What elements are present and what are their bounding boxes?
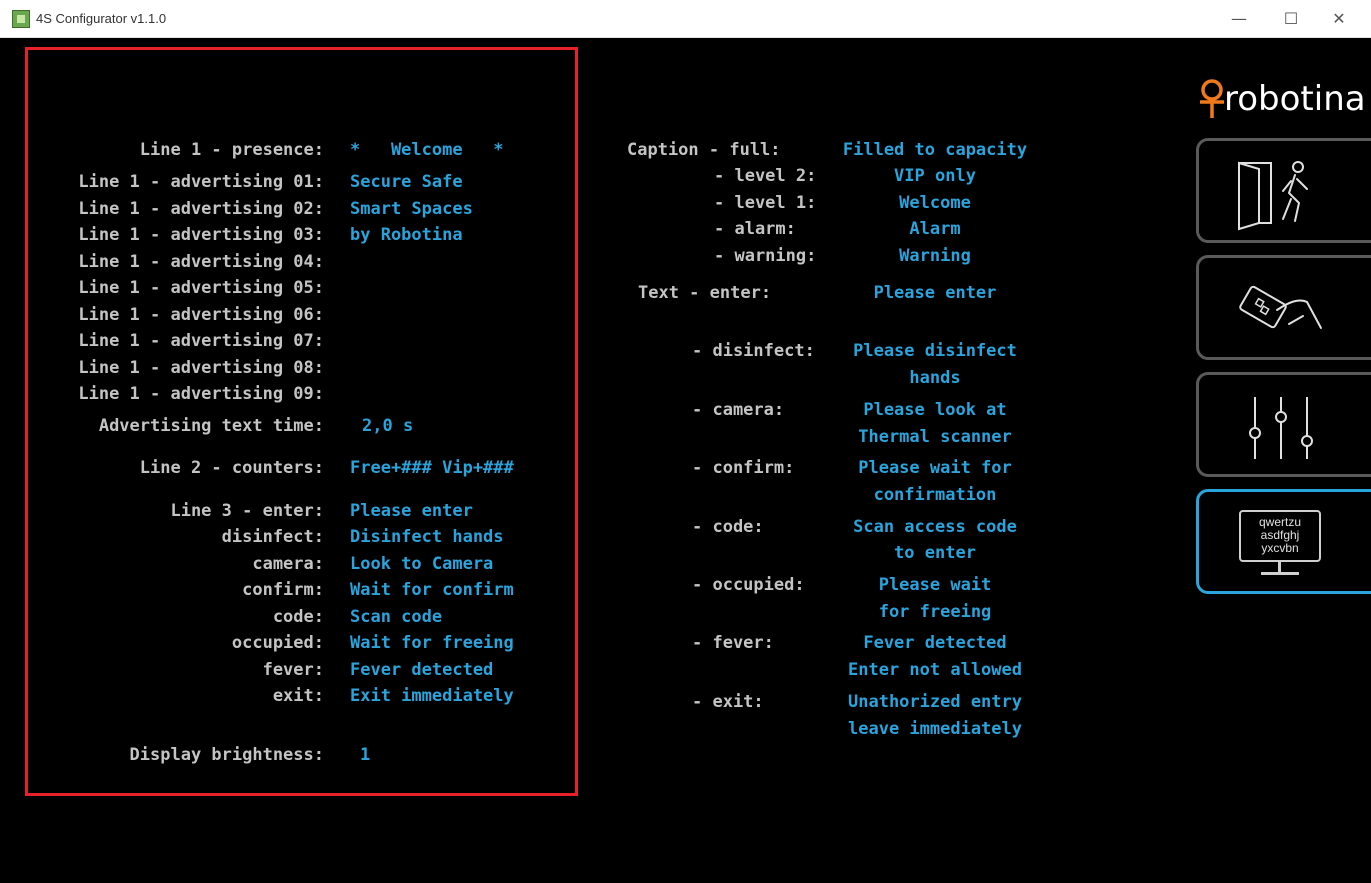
advertising-02-label: Line 1 - advertising 02: bbox=[78, 199, 324, 219]
robotina-logo-text: robotina bbox=[1224, 79, 1366, 119]
caption-alarm-value[interactable]: Alarm bbox=[835, 219, 1035, 239]
monitor-stand bbox=[1278, 562, 1281, 572]
text-camera-label: - camera: bbox=[692, 400, 785, 420]
line2-counters-label: Line 2 - counters: bbox=[139, 458, 324, 478]
advertising-07-label: Line 1 - advertising 07: bbox=[78, 331, 324, 351]
line3-camera-label: camera: bbox=[252, 554, 324, 574]
title-bar: 4S Configurator v1.1.0 — ☐ ✕ bbox=[0, 0, 1371, 38]
text-code-line1[interactable]: Scan access code bbox=[835, 517, 1035, 537]
caption-level1-label: - level 1: bbox=[714, 193, 817, 213]
sidebar-door-button[interactable] bbox=[1196, 138, 1371, 243]
text-code-line2[interactable]: to enter bbox=[835, 543, 1035, 563]
text-exit-line2[interactable]: leave immediately bbox=[835, 719, 1035, 739]
text-exit-label: - exit: bbox=[692, 692, 764, 712]
advertising-08-label: Line 1 - advertising 08: bbox=[78, 358, 324, 378]
text-fever-line1[interactable]: Fever detected bbox=[835, 633, 1035, 653]
caption-level1-value[interactable]: Welcome bbox=[835, 193, 1035, 213]
app-icon bbox=[12, 10, 30, 28]
text-confirm-label: - confirm: bbox=[692, 458, 795, 478]
sidebar-settings-button[interactable] bbox=[1196, 372, 1371, 477]
caption-level2-label: - level 2: bbox=[714, 166, 817, 186]
text-camera-line1[interactable]: Please look at bbox=[835, 400, 1035, 420]
line3-exit-value[interactable]: Exit immediately bbox=[350, 686, 514, 706]
text-camera-line2[interactable]: Thermal scanner bbox=[835, 427, 1035, 447]
advertising-03-value[interactable]: by Robotina bbox=[350, 225, 463, 245]
line3-disinfect-value[interactable]: Disinfect hands bbox=[350, 527, 504, 547]
text-enter-label: Text - enter: bbox=[638, 283, 772, 303]
text-occupied-label: - occupied: bbox=[692, 575, 805, 595]
line3-confirm-value[interactable]: Wait for confirm bbox=[350, 580, 514, 600]
window-title: 4S Configurator v1.1.0 bbox=[36, 11, 167, 26]
caption-warning-value[interactable]: Warning bbox=[835, 246, 1035, 266]
close-button[interactable]: ✕ bbox=[1316, 4, 1362, 34]
text-disinfect-line1[interactable]: Please disinfect bbox=[835, 341, 1035, 361]
advertising-01-value[interactable]: Secure Safe bbox=[350, 172, 463, 192]
line3-camera-value[interactable]: Look to Camera bbox=[350, 554, 493, 574]
line3-enter-label: Line 3 - enter: bbox=[170, 501, 324, 521]
advertising-02-value[interactable]: Smart Spaces bbox=[350, 199, 473, 219]
line3-enter-value[interactable]: Please enter bbox=[350, 501, 473, 521]
line1-presence-value[interactable]: * Welcome * bbox=[350, 140, 504, 160]
line3-confirm-label: confirm: bbox=[242, 580, 324, 600]
text-confirm-line1[interactable]: Please wait for bbox=[835, 458, 1035, 478]
line2-counters-value[interactable]: Free+### Vip+### bbox=[350, 458, 514, 478]
line1-presence-label: Line 1 - presence: bbox=[139, 140, 324, 160]
line3-fever-value[interactable]: Fever detected bbox=[350, 660, 493, 680]
display-brightness-label: Display brightness: bbox=[129, 745, 324, 765]
advertising-03-label: Line 1 - advertising 03: bbox=[78, 225, 324, 245]
keyboard-line-3: yxcvbn bbox=[1261, 541, 1299, 555]
caption-warning-label: - warning: bbox=[714, 246, 817, 266]
advertising-09-label: Line 1 - advertising 09: bbox=[78, 384, 324, 404]
text-confirm-line2[interactable]: confirmation bbox=[835, 485, 1035, 505]
keyboard-display-icon: qwertzu asdfghj yxcvbn bbox=[1239, 510, 1321, 562]
maximize-button[interactable]: ☐ bbox=[1268, 4, 1314, 34]
line3-occupied-label: occupied: bbox=[231, 633, 324, 653]
line3-code-label: code: bbox=[272, 607, 324, 627]
text-enter-value[interactable]: Please enter bbox=[835, 283, 1035, 303]
card-scan-icon bbox=[1239, 285, 1322, 329]
line3-code-value[interactable]: Scan code bbox=[350, 607, 442, 627]
minimize-button[interactable]: — bbox=[1216, 4, 1262, 34]
advertising-01-label: Line 1 - advertising 01: bbox=[78, 172, 324, 192]
display-brightness-value[interactable]: 1 bbox=[360, 745, 370, 765]
caption-full-value[interactable]: Filled to capacity bbox=[835, 140, 1035, 160]
advertising-04-label: Line 1 - advertising 04: bbox=[78, 252, 324, 272]
line3-exit-label: exit: bbox=[272, 686, 324, 706]
text-exit-line1[interactable]: Unathorized entry bbox=[835, 692, 1035, 712]
text-occupied-line2[interactable]: for freeing bbox=[835, 602, 1035, 622]
line3-fever-label: fever: bbox=[262, 660, 324, 680]
advertising-06-label: Line 1 - advertising 06: bbox=[78, 305, 324, 325]
text-fever-label: - fever: bbox=[692, 633, 774, 653]
text-code-label: - code: bbox=[692, 517, 764, 537]
advertising-time-label: Advertising text time: bbox=[98, 416, 324, 436]
door-person-icon bbox=[1238, 161, 1308, 231]
caption-alarm-label: - alarm: bbox=[714, 219, 796, 239]
caption-full-label: Caption - full: bbox=[627, 140, 781, 160]
text-fever-line2[interactable]: Enter not allowed bbox=[835, 660, 1035, 680]
monitor-base bbox=[1261, 572, 1299, 575]
text-occupied-line1[interactable]: Please wait bbox=[835, 575, 1035, 595]
advertising-05-label: Line 1 - advertising 05: bbox=[78, 278, 324, 298]
line3-occupied-value[interactable]: Wait for freeing bbox=[350, 633, 514, 653]
text-disinfect-label: - disinfect: bbox=[692, 341, 815, 361]
sliders-icon bbox=[1249, 397, 1313, 459]
caption-level2-value[interactable]: VIP only bbox=[835, 166, 1035, 186]
sidebar-card-button[interactable] bbox=[1196, 255, 1371, 360]
line3-disinfect-label: disinfect: bbox=[221, 527, 324, 547]
text-disinfect-line2[interactable]: hands bbox=[835, 368, 1035, 388]
advertising-time-value[interactable]: 2,0 s bbox=[362, 416, 413, 436]
sidebar-keyboard-button[interactable]: qwertzu asdfghj yxcvbn bbox=[1196, 489, 1371, 594]
